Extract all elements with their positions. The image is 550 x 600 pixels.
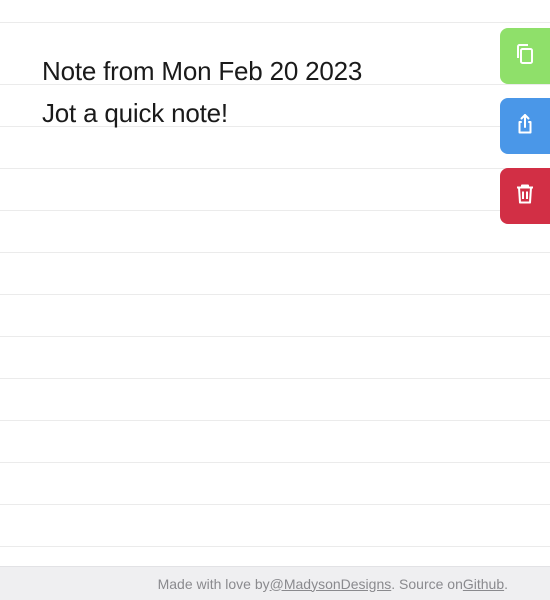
- note-line-body[interactable]: Jot a quick note!: [42, 92, 482, 134]
- share-icon: [513, 112, 537, 141]
- github-link[interactable]: Github: [463, 576, 504, 592]
- delete-button[interactable]: [500, 168, 550, 224]
- trash-icon: [513, 182, 537, 211]
- footer-prefix: Made with love by: [157, 575, 270, 592]
- note-text[interactable]: Note from Mon Feb 20 2023 Jot a quick no…: [42, 50, 482, 134]
- note-line-title[interactable]: Note from Mon Feb 20 2023: [42, 50, 482, 92]
- author-link[interactable]: @MadysonDesigns: [270, 576, 392, 592]
- app-page: Note from Mon Feb 20 2023 Jot a quick no…: [0, 0, 550, 600]
- footer: Made with love by @MadysonDesigns . Sour…: [0, 566, 550, 600]
- copy-button[interactable]: [500, 28, 550, 84]
- share-button[interactable]: [500, 98, 550, 154]
- footer-suffix: .: [504, 575, 508, 592]
- copy-icon: [513, 42, 537, 71]
- note-editor[interactable]: Note from Mon Feb 20 2023 Jot a quick no…: [0, 0, 550, 566]
- footer-middle: . Source on: [391, 575, 463, 592]
